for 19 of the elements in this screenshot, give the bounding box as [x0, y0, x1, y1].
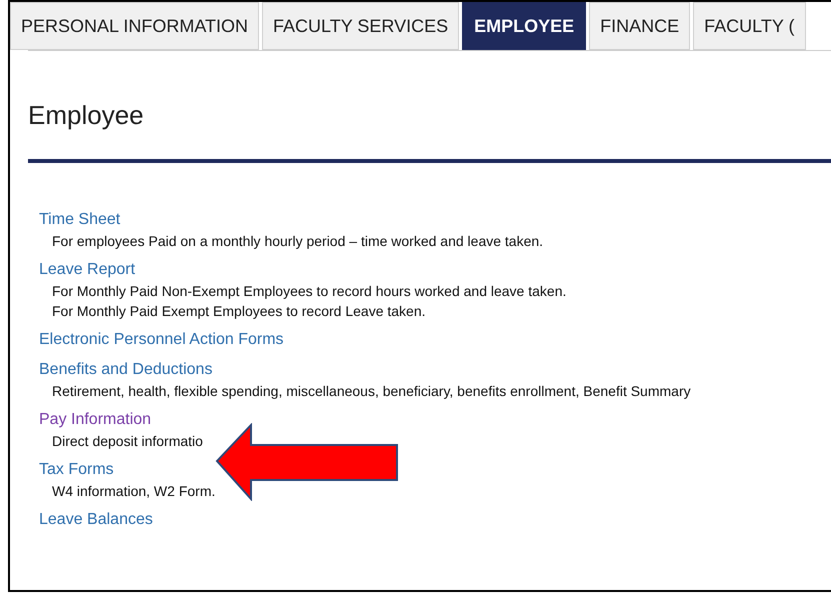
page-heading: Employee	[28, 99, 145, 132]
page-link[interactable]: Leave Balances	[39, 509, 153, 531]
nav-tab[interactable]: FACULTY SERVICES	[262, 2, 460, 50]
page-link[interactable]: Pay Information	[39, 409, 152, 431]
nav-tab[interactable]: FACULTY (	[693, 2, 806, 50]
page-link[interactable]: Time Sheet	[39, 209, 120, 231]
link-description: W4 information, W2 Form.	[52, 482, 216, 501]
nav-tab[interactable]: FINANCE	[589, 2, 690, 50]
link-description: For Monthly Paid Non-Exempt Employees to record hours worked and leave taken.	[52, 282, 566, 301]
link-description: For employees Paid on a monthly hourly period – time worked and leave taken.	[52, 232, 544, 251]
nav-tab[interactable]: PERSONAL INFORMATION	[10, 2, 260, 50]
nav-tab[interactable]: EMPLOYEE	[462, 2, 586, 50]
link-description: For Monthly Paid Exempt Employees to record Leave taken.	[52, 302, 426, 321]
page-link[interactable]: Benefits and Deductions	[39, 359, 212, 381]
page-link[interactable]: Leave Report	[39, 259, 136, 281]
link-description: Direct deposit informatio	[52, 432, 203, 451]
page-link[interactable]: Tax Forms	[39, 459, 114, 481]
link-description: Retirement, health, flexible spending, miscellaneous, beneficiary, benefits enrollment, Benefit Summary	[52, 382, 691, 401]
page-link[interactable]: Electronic Personnel Action Forms	[39, 329, 284, 351]
